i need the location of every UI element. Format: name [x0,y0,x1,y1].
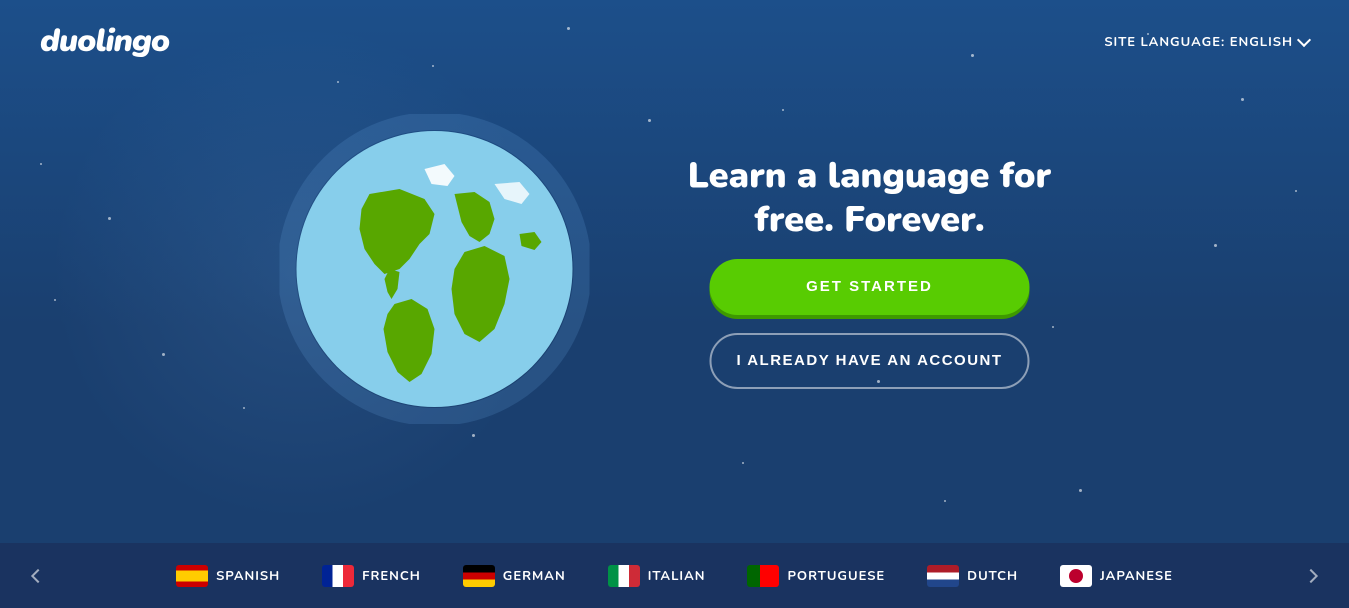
globe-svg [280,114,590,424]
main-background: duolingo SITE LANGUAGE: ENGLISH [0,0,1349,543]
hero-tagline: Learn a language for free. Forever. [670,154,1070,240]
header: duolingo SITE LANGUAGE: ENGLISH [0,0,1349,83]
flag-german [463,565,495,587]
flag-dutch [927,565,959,587]
next-arrow-icon [1304,568,1318,582]
language-label-spanish: SPANISH [216,567,280,585]
language-label-portuguese: PORTUGUESE [787,567,885,585]
right-panel: Learn a language for free. Forever. GET … [670,154,1070,388]
flag-portuguese [747,565,779,587]
language-label-japanese: JAPANESE [1100,567,1173,585]
language-bar: SPANISH FRENCH GERMAN ITALIAN PORTUGUESE… [0,543,1349,608]
flag-italian [608,565,640,587]
site-language-label: SITE LANGUAGE: ENGLISH [1104,33,1293,51]
flag-spanish [176,565,208,587]
language-item-spanish[interactable]: SPANISH [160,565,296,587]
chevron-down-icon [1297,33,1311,47]
already-have-account-button[interactable]: I ALREADY HAVE AN ACCOUNT [710,333,1030,389]
language-next-button[interactable] [1293,558,1329,594]
language-item-japanese[interactable]: JAPANESE [1044,565,1189,587]
language-label-german: GERMAN [503,567,566,585]
language-label-dutch: DUTCH [967,567,1018,585]
language-item-dutch[interactable]: DUTCH [911,565,1034,587]
prev-arrow-icon [31,568,45,582]
globe-illustration [280,114,590,430]
hero-content: Learn a language for free. Forever. GET … [0,114,1349,430]
language-label-italian: ITALIAN [648,567,706,585]
site-language-selector[interactable]: SITE LANGUAGE: ENGLISH [1104,33,1309,51]
language-item-german[interactable]: GERMAN [447,565,582,587]
flag-french [322,565,354,587]
logo: duolingo [40,20,169,63]
get-started-button[interactable]: GET STARTED [710,259,1030,315]
language-label-french: FRENCH [362,567,421,585]
language-prev-button[interactable] [20,558,56,594]
flag-japanese [1060,565,1092,587]
language-list: SPANISH FRENCH GERMAN ITALIAN PORTUGUESE… [56,565,1293,587]
language-item-italian[interactable]: ITALIAN [592,565,722,587]
language-item-french[interactable]: FRENCH [306,565,437,587]
language-item-portuguese[interactable]: PORTUGUESE [731,565,901,587]
